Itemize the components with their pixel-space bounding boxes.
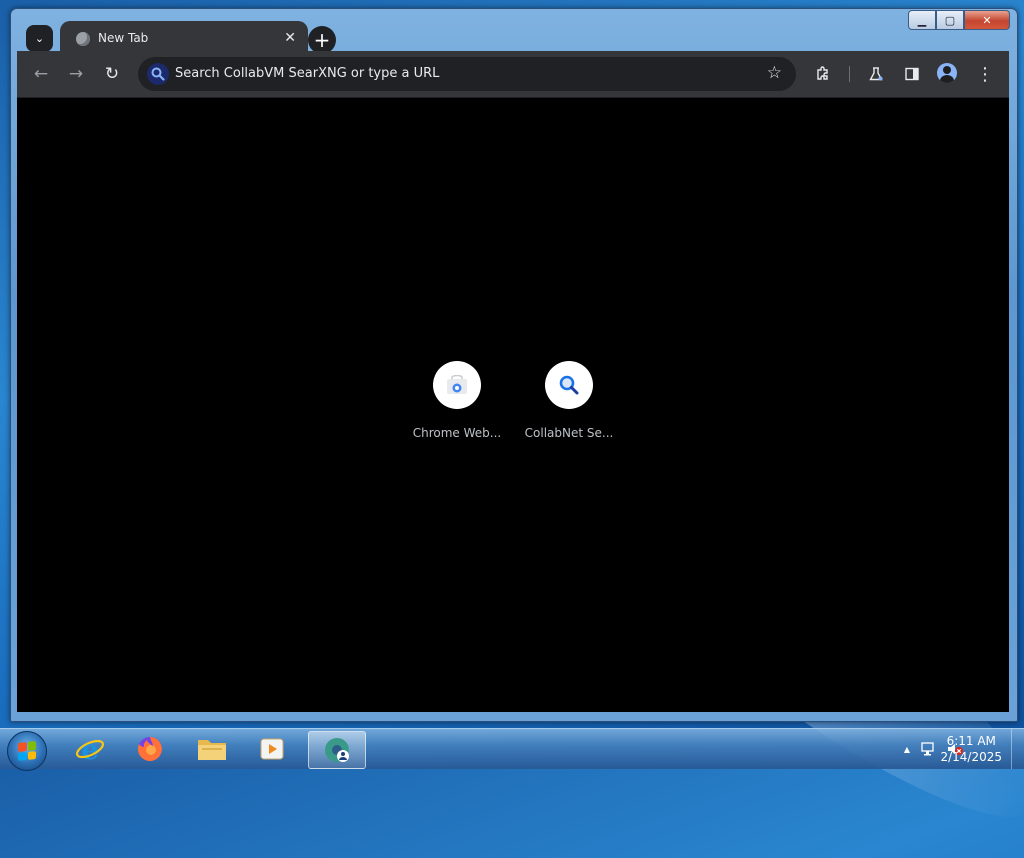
firefox-icon	[137, 737, 162, 761]
globe-icon	[76, 32, 90, 46]
new-tab-button[interactable]: +	[308, 26, 336, 54]
search-icon	[147, 63, 169, 85]
svg-text:e: e	[81, 734, 99, 764]
chrome-menu-icon[interactable]: ⋮	[974, 63, 996, 85]
extensions-icon[interactable]	[812, 63, 834, 85]
shortcut-label: Chrome Web...	[412, 426, 502, 440]
maximize-button[interactable]: ▢	[936, 10, 964, 30]
media-player-icon	[260, 738, 284, 760]
taskbar-clock[interactable]: 6:11 AM 2/14/2025	[940, 733, 1002, 765]
internet-explorer-icon: e	[75, 734, 105, 764]
shortcut-chrome-web-store[interactable]: Chrome Web...	[401, 361, 513, 440]
magnifier-icon	[545, 361, 593, 409]
start-button[interactable]	[7, 731, 47, 771]
chrome-collabvm-icon	[325, 738, 349, 762]
shortcut-collabnet-search[interactable]: CollabNet Se...	[513, 361, 625, 440]
clock-time: 6:11 AM	[946, 734, 996, 748]
taskbar-file-explorer[interactable]	[184, 731, 240, 767]
close-window-button[interactable]: ✕	[964, 10, 1010, 30]
tab-close-icon[interactable]: ✕	[284, 30, 296, 46]
file-explorer-icon	[198, 740, 226, 760]
windows-flag-icon	[18, 741, 36, 761]
network-icon[interactable]	[920, 741, 936, 757]
show-hidden-icons-button[interactable]: ▲	[904, 745, 910, 754]
address-bar[interactable]: Search CollabVM SearXNG or type a URL ☆	[138, 57, 796, 91]
reload-button[interactable]: ↻	[101, 63, 123, 85]
show-desktop-button[interactable]	[1011, 729, 1024, 769]
new-tab-page: Chrome Web... CollabNet Se...	[17, 98, 1009, 712]
labs-flask-icon[interactable]	[865, 63, 887, 85]
shortcut-label: CollabNet Se...	[524, 426, 614, 440]
taskbar-firefox[interactable]	[122, 731, 178, 767]
minimize-button[interactable]: ▁	[908, 10, 936, 30]
address-bar-placeholder: Search CollabVM SearXNG or type a URL	[175, 66, 440, 81]
forward-button[interactable]: →	[65, 63, 87, 85]
chrome-web-store-icon	[433, 361, 481, 409]
tab-search-button[interactable]: ⌄	[26, 25, 53, 52]
clock-date: 2/14/2025	[940, 750, 1002, 764]
browser-toolbar: ← → ↻ Search CollabVM SearXNG or type a …	[17, 51, 1009, 98]
tab-title: New Tab	[98, 31, 149, 45]
window-caption-buttons: ▁ ▢ ✕	[908, 10, 1010, 30]
back-button[interactable]: ←	[30, 63, 52, 85]
taskbar-internet-explorer[interactable]: e	[62, 731, 118, 767]
profile-avatar-icon[interactable]	[937, 63, 957, 83]
side-panel-icon[interactable]	[901, 63, 923, 85]
taskbar: e ▲ 6:11 AM 2/14/2025	[0, 728, 1024, 771]
bookmark-star-icon[interactable]: ☆	[767, 63, 782, 83]
taskbar-chrome[interactable]	[308, 731, 366, 769]
taskbar-media-player[interactable]	[244, 731, 300, 767]
browser-window: ▁ ▢ ✕ ⌄ New Tab ✕ + ← → ↻ Search CollabV…	[10, 8, 1018, 722]
toolbar-divider	[849, 66, 850, 82]
